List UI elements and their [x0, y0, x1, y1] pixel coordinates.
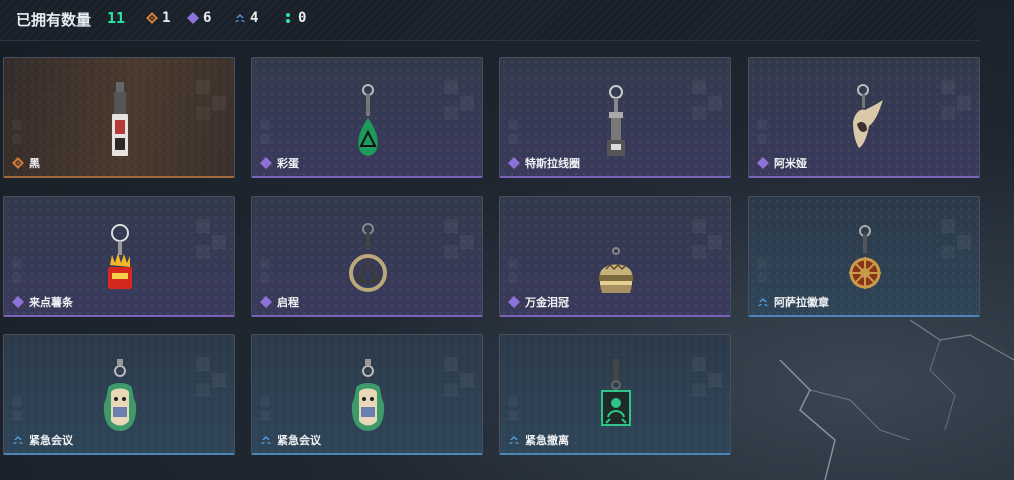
- charm-name: 紧急撤离: [525, 434, 569, 447]
- charm-name: 来点薯条: [29, 296, 73, 309]
- charm-name: 彩蛋: [277, 157, 299, 170]
- meeting-figure-charm-icon: [103, 359, 137, 431]
- green-plaque-charm-icon: [601, 359, 631, 426]
- blue-chevron-icon: [758, 298, 768, 306]
- charm-name: 启程: [277, 296, 299, 309]
- charm-card-emergency-evac[interactable]: 紧急撤离: [499, 334, 731, 455]
- purple-diamond-icon: [12, 296, 24, 308]
- burger-crown-charm-icon: [599, 247, 633, 293]
- charm-name: 万金泪冠: [525, 296, 569, 309]
- purple-diamond-icon: [508, 296, 520, 308]
- rarity-blue-count: 4: [234, 10, 258, 26]
- blue-chevron-icon: [509, 436, 519, 444]
- black-tag-charm-icon: [112, 82, 128, 156]
- green-egg-charm-icon: [358, 84, 378, 156]
- charm-card-hei[interactable]: 黑: [3, 57, 235, 178]
- purple-diamond-icon: [260, 296, 272, 308]
- charm-name: 黑: [29, 157, 40, 170]
- purple-diamond-icon: [757, 157, 769, 169]
- blue-chevron-icon: [235, 14, 245, 22]
- charm-card-tesla-coil[interactable]: 特斯拉线圈: [499, 57, 731, 178]
- blue-chevron-icon: [13, 436, 23, 444]
- charm-name: 紧急会议: [277, 434, 321, 447]
- orange-diamond-icon: [12, 157, 24, 169]
- purple-diamond-icon: [260, 157, 272, 169]
- charm-card-wanjin-leiguan[interactable]: 万金泪冠: [499, 196, 731, 317]
- charm-card-asala-badge[interactable]: 阿萨拉徽章: [748, 196, 980, 317]
- owned-total-count: 11: [107, 9, 126, 27]
- amiya-ears-charm-icon: [853, 84, 883, 148]
- purple-diamond-icon: [187, 12, 199, 24]
- blue-chevron-icon: [261, 436, 271, 444]
- charm-card-emergency-meeting[interactable]: 紧急会议: [3, 334, 235, 455]
- charm-card-amiya[interactable]: 阿米娅: [748, 57, 980, 178]
- charm-card-caidan[interactable]: 彩蛋: [251, 57, 483, 178]
- charm-name: 阿萨拉徽章: [774, 296, 829, 309]
- green-dots-icon: [286, 13, 290, 23]
- inventory-header: 已拥有数量 11 1 6 4 0: [0, 0, 980, 41]
- charm-card-qicheng[interactable]: 启程: [251, 196, 483, 317]
- lightning-background-decor: [779, 319, 1014, 480]
- owned-count-title: 已拥有数量: [16, 11, 92, 29]
- wheel-badge-charm-icon: [849, 225, 881, 289]
- charm-name: 紧急会议: [29, 434, 73, 447]
- rarity-orange-count: 1: [146, 10, 170, 26]
- rarity-green-count: 0: [282, 10, 306, 26]
- orange-diamond-icon: [146, 12, 158, 24]
- charm-card-emergency-meeting-2[interactable]: 紧急会议: [251, 334, 483, 455]
- tesla-coil-charm-icon: [607, 85, 625, 156]
- purple-diamond-icon: [508, 157, 520, 169]
- fries-charm-icon: [108, 224, 132, 289]
- charm-name: 阿米娅: [774, 157, 807, 170]
- rarity-purple-count: 6: [187, 10, 211, 26]
- triangle-ring-charm-icon: [349, 223, 387, 292]
- charm-card-fries[interactable]: 来点薯条: [3, 196, 235, 317]
- meeting-figure-charm-icon: [351, 359, 385, 431]
- charm-name: 特斯拉线圈: [525, 157, 580, 170]
